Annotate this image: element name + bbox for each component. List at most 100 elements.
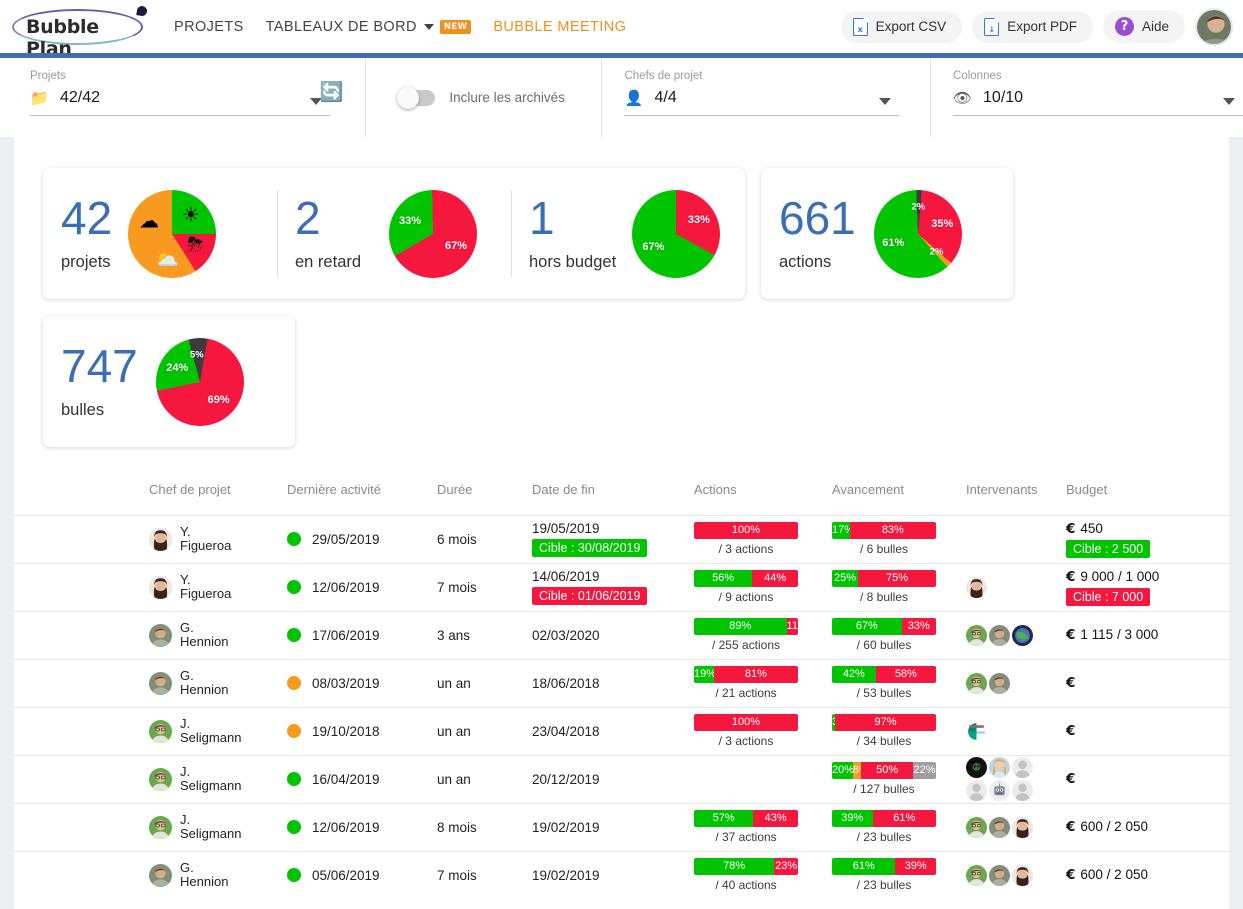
chef-avatar[interactable] <box>149 864 172 887</box>
table-row[interactable]: ng G.Hennion 17/06/2019 3 ans 02/03/2020 <box>14 611 1229 659</box>
intervenants-wrapper <box>966 577 1038 598</box>
cell-project-name[interactable] <box>14 803 149 851</box>
intervenant-avatar[interactable] <box>989 865 1010 886</box>
filter-colonnes[interactable]: Colonnes 👁 10/10 <box>953 89 1243 107</box>
chef-name-label: J.Seligmann <box>180 717 241 745</box>
col-header-date-fin[interactable]: Date de fin <box>532 469 694 515</box>
chef-wrapper: G.Hennion <box>149 669 287 697</box>
chef-avatar[interactable] <box>149 528 172 551</box>
table-row[interactable]: Y.Figueroa 12/06/2019 7 mois 14/06/2019 … <box>14 563 1229 611</box>
filter-projets[interactable]: Projets 📁 42/42 <box>30 89 330 107</box>
intervenant-avatar[interactable] <box>966 625 987 646</box>
cell-project-name[interactable]: oduit <box>14 659 149 707</box>
intervenant-avatar[interactable] <box>966 865 987 886</box>
intervenant-avatar[interactable] <box>989 817 1010 838</box>
kpi-card-actions[interactable]: 661 actions 35%2%61%2% <box>761 168 1013 299</box>
col-header-name[interactable] <box>14 469 149 515</box>
chef-avatar[interactable] <box>149 816 172 839</box>
refresh-icon[interactable]: 🔄 <box>320 80 344 103</box>
include-archived-toggle[interactable] <box>399 90 435 106</box>
intervenant-avatar[interactable] <box>966 780 987 801</box>
projects-table-container[interactable]: Chef de projet Dernière activité Durée D… <box>14 469 1229 909</box>
cell-derniere-activite: 16/04/2019 <box>287 755 437 803</box>
col-header-chef[interactable]: Chef de projet <box>149 469 287 515</box>
help-button[interactable]: ? Aide <box>1103 10 1185 43</box>
help-label: Aide <box>1142 19 1169 34</box>
col-header-budget[interactable]: Budget <box>1066 469 1229 515</box>
kpi-bulles-caption: bulles <box>61 401 138 420</box>
nav-item-tableaux-de-bord[interactable]: TABLEAUX DE BORD NEW <box>266 19 472 35</box>
budget-amount-label: € <box>1066 675 1080 691</box>
cell-project-name[interactable] <box>14 515 149 563</box>
intervenant-avatar[interactable] <box>966 757 987 778</box>
filter-chefs-de-projet[interactable]: Chefs de projet 👤 4/4 <box>624 89 899 107</box>
cell-derniere-activite: 17/06/2019 <box>287 611 437 659</box>
cell-intervenants <box>966 707 1066 755</box>
chevron-down-icon[interactable] <box>1223 98 1235 105</box>
app-logo[interactable]: Bubble Plan <box>12 5 148 49</box>
col-header-avancement[interactable]: Avancement <box>832 469 966 515</box>
chef-avatar[interactable] <box>149 720 172 743</box>
kpi-hors-budget-caption: hors budget <box>529 253 616 272</box>
intervenant-avatar[interactable] <box>989 673 1010 694</box>
intervenant-avatar[interactable] <box>1012 757 1033 778</box>
col-header-actions[interactable]: Actions <box>694 469 832 515</box>
chevron-down-icon[interactable] <box>879 98 891 105</box>
chef-avatar[interactable] <box>149 624 172 647</box>
cell-budget: €1 115 / 3 000 <box>1066 611 1229 659</box>
cell-project-name[interactable] <box>14 707 149 755</box>
user-avatar[interactable] <box>1195 8 1233 46</box>
kpi-hors-budget[interactable]: 1 hors budget 33%67% <box>511 168 745 299</box>
cell-date-de-fin: 14/06/2019 Cible : 01/06/2019 <box>532 563 694 611</box>
intervenants-wrapper <box>966 757 1038 801</box>
weather-icon: ☀ <box>182 202 200 227</box>
cell-project-name[interactable]: ng <box>14 611 149 659</box>
kpi-en-retard-pie-chart: 33%67% <box>389 190 477 278</box>
filter-colonnes-cell: Colonnes 👁 10/10 <box>931 58 1243 137</box>
intervenant-avatar[interactable] <box>989 780 1010 801</box>
nav-item-projets[interactable]: PROJETS <box>174 19 244 35</box>
cell-chef-de-projet: J.Seligmann <box>149 707 287 755</box>
avancement-count: / 23 bulles <box>832 830 936 844</box>
kpi-projets[interactable]: 42 projets ☀⛈⛅☁ <box>43 168 277 299</box>
nav-item-bubble-meeting[interactable]: BUBBLE MEETING <box>493 19 626 35</box>
avatar-image <box>149 816 172 839</box>
cell-project-name[interactable] <box>14 563 149 611</box>
avancement-segment: 75% <box>858 570 936 587</box>
kpi-card-bulles[interactable]: 747 bulles 69%24%5% <box>43 316 295 447</box>
chef-avatar[interactable] <box>149 672 172 695</box>
table-row[interactable]: J.Seligmann 16/04/2019 un an 20/12/2019 … <box>14 755 1229 803</box>
chef-avatar[interactable] <box>149 576 172 599</box>
col-header-duree[interactable]: Durée <box>437 469 532 515</box>
col-header-activite[interactable]: Dernière activité <box>287 469 437 515</box>
avatar-image <box>149 624 172 647</box>
kpi-bulles-text: 747 bulles <box>61 343 138 420</box>
intervenant-avatar[interactable] <box>966 817 987 838</box>
intervenant-avatar[interactable] <box>966 673 987 694</box>
table-row[interactable]: G.Hennion 05/06/2019 7 mois 19/02/2019 7… <box>14 851 1229 899</box>
intervenant-avatar[interactable] <box>1012 817 1033 838</box>
intervenant-avatar[interactable] <box>989 625 1010 646</box>
cell-project-name[interactable] <box>14 755 149 803</box>
cell-derniere-activite: 08/03/2019 <box>287 659 437 707</box>
cell-project-name[interactable] <box>14 851 149 899</box>
table-row[interactable]: J.Seligmann 12/06/2019 8 mois 19/02/2019… <box>14 803 1229 851</box>
kpi-en-retard[interactable]: 2 en retard 33%67% <box>277 168 511 299</box>
avancement-segment: 33% <box>902 618 936 635</box>
intervenant-avatar[interactable] <box>966 721 987 742</box>
actions-bar: 57%43% <box>694 810 798 827</box>
table-row[interactable]: oduit G.Hennion 08/03/2019 un an 18/06/2… <box>14 659 1229 707</box>
table-row[interactable]: Y.Figueroa 29/05/2019 6 mois 19/05/2019 … <box>14 515 1229 563</box>
intervenant-avatar[interactable] <box>1012 865 1033 886</box>
col-header-intervenants[interactable]: Intervenants <box>966 469 1066 515</box>
chef-avatar[interactable] <box>149 768 172 791</box>
export-pdf-button[interactable]: ↓ Export PDF <box>972 11 1093 43</box>
export-csv-button[interactable]: x Export CSV <box>841 11 963 43</box>
table-row[interactable]: J.Seligmann 19/10/2018 un an 23/04/2018 … <box>14 707 1229 755</box>
intervenant-avatar[interactable] <box>966 577 987 598</box>
intervenant-avatar[interactable] <box>1012 625 1033 646</box>
cell-actions: 100% / 3 actions <box>694 707 832 755</box>
activity-date-label: 17/06/2019 <box>312 628 380 643</box>
intervenant-avatar[interactable] <box>989 757 1010 778</box>
intervenant-avatar[interactable] <box>1012 780 1033 801</box>
